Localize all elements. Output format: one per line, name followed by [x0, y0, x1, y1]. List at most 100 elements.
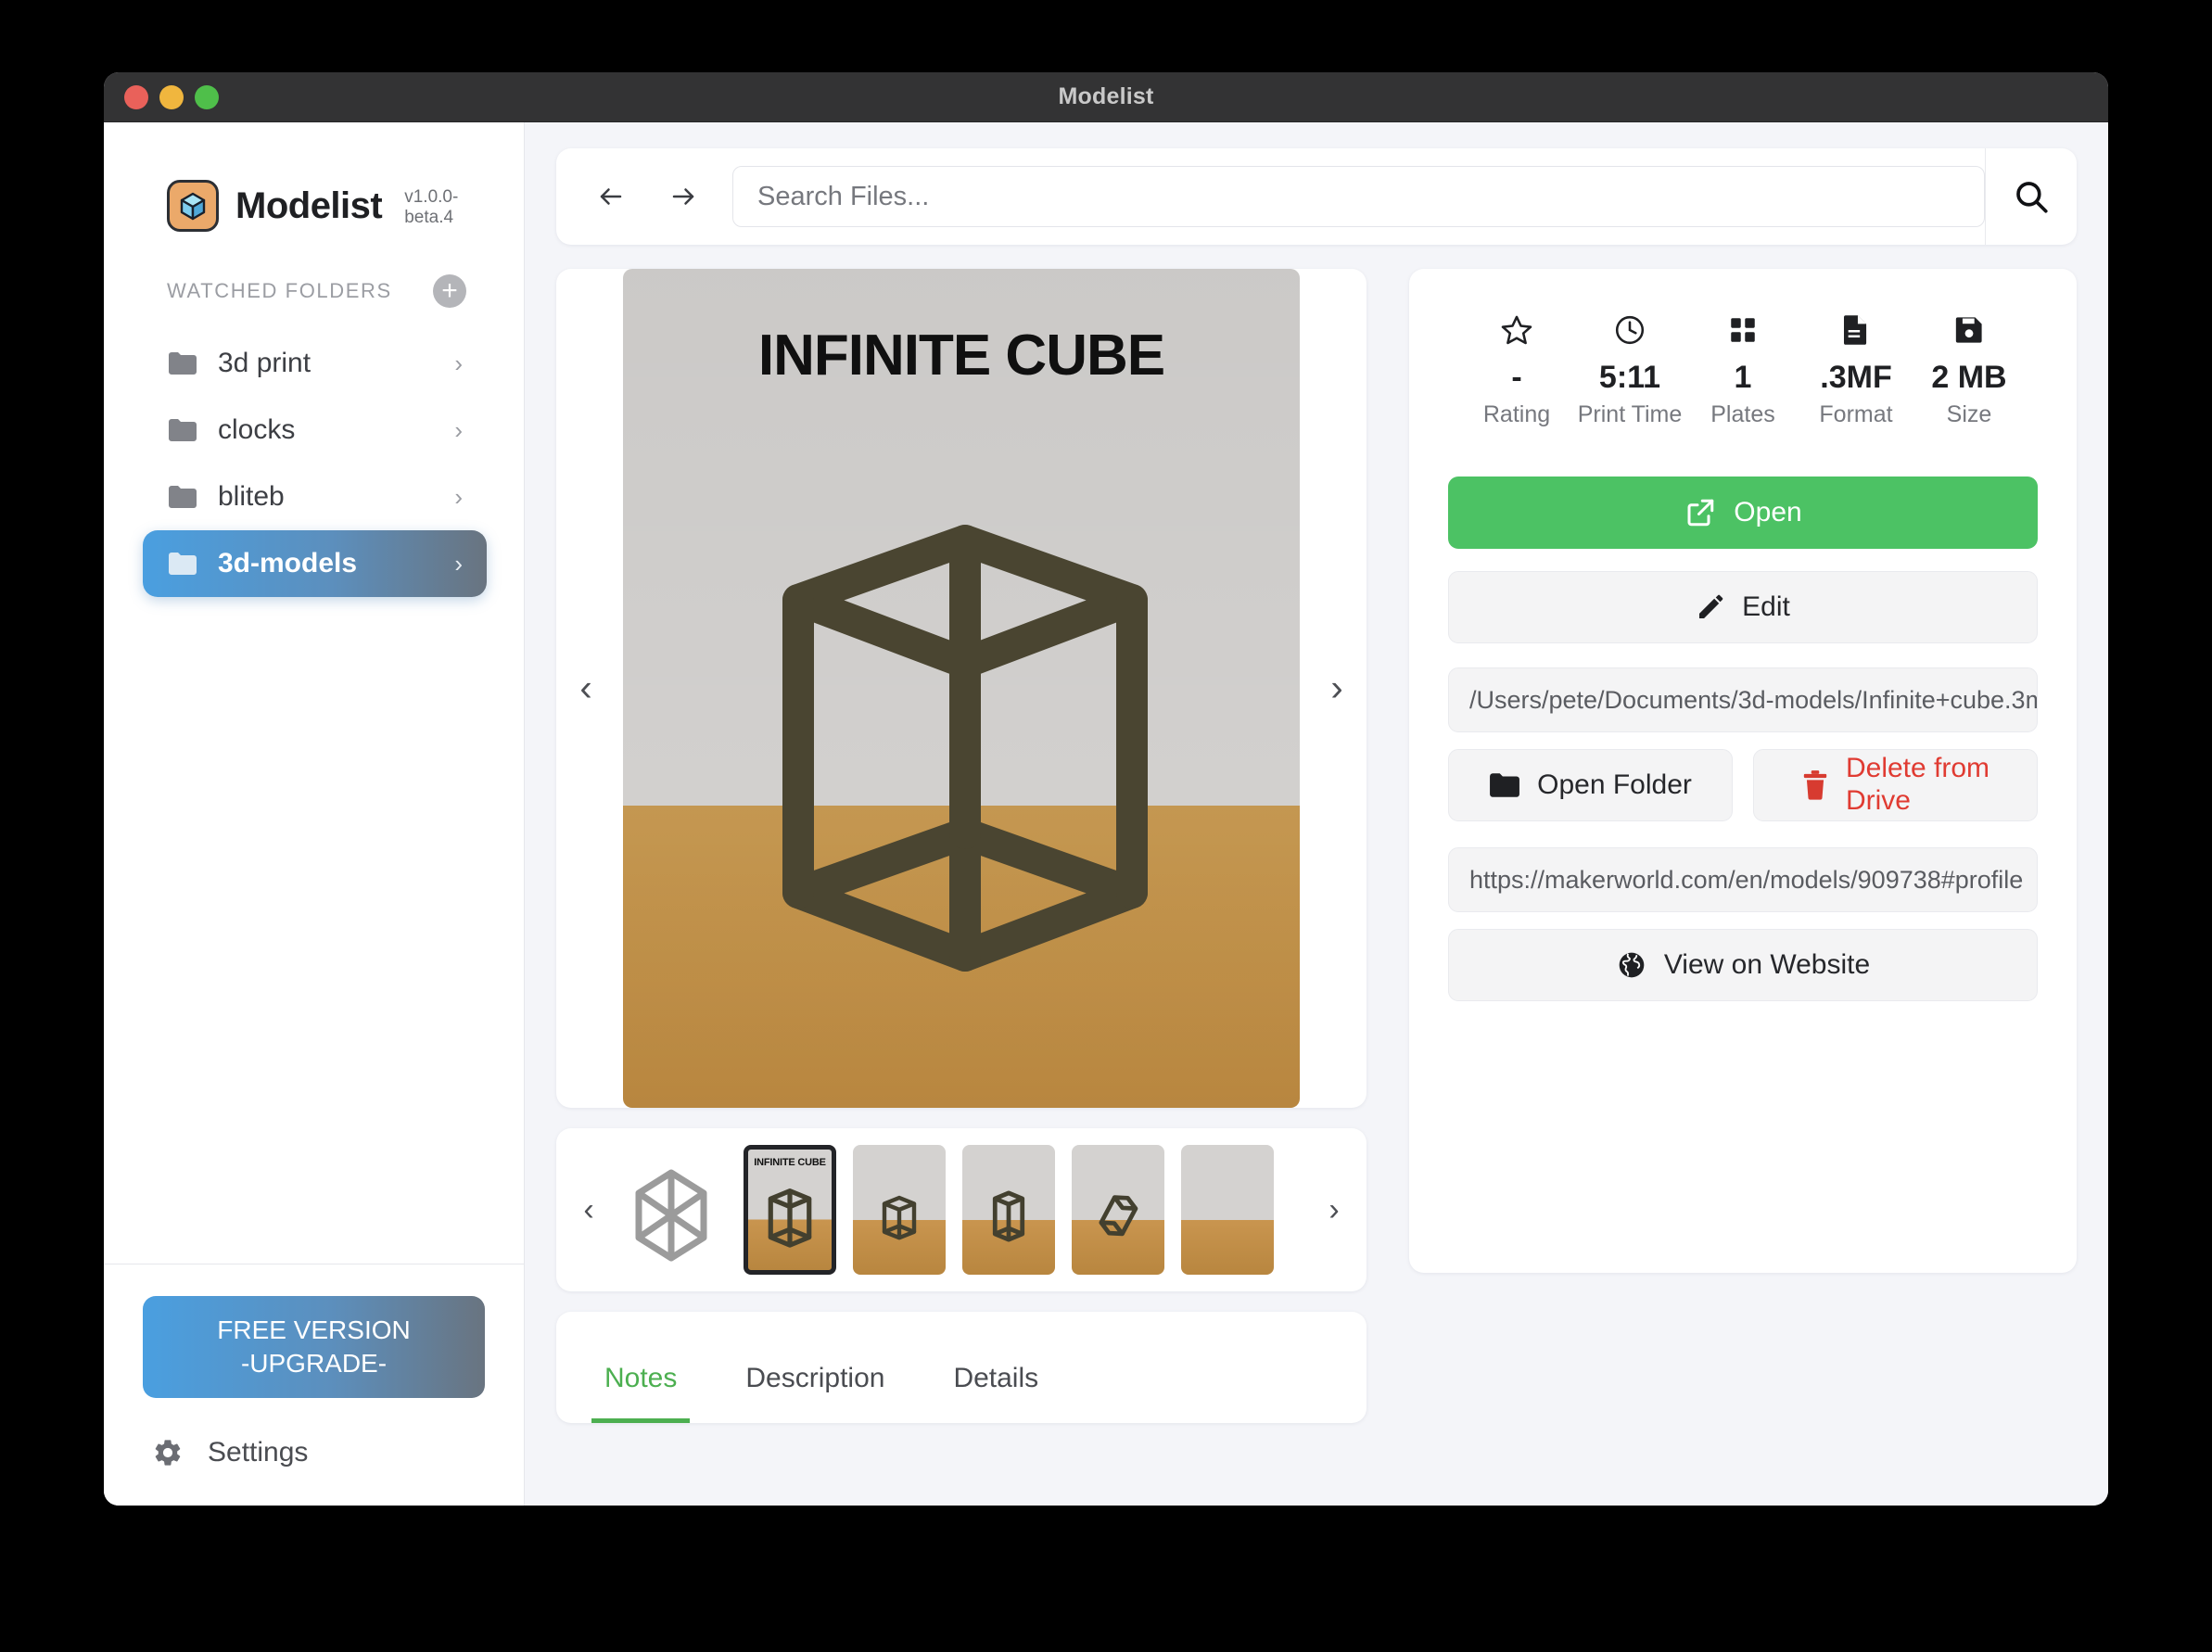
- chevron-right-icon: ›: [454, 349, 463, 377]
- file-path-field[interactable]: /Users/pete/Documents/3d-models/Infinite…: [1448, 667, 2038, 732]
- folder-icon: [168, 485, 197, 509]
- stat-label: Print Time: [1577, 401, 1683, 427]
- thumbnail-strip: INFINITE CUBE: [616, 1128, 1307, 1291]
- sidebar-item-3d-models[interactable]: 3d-models ›: [143, 530, 487, 597]
- stat-rating: - Rating: [1461, 310, 1572, 428]
- view-on-website-button[interactable]: View on Website: [1448, 929, 2038, 1001]
- add-folder-button[interactable]: +: [433, 274, 466, 308]
- infinite-cube-illustration: [623, 269, 1300, 1108]
- stat-label: Plates: [1710, 401, 1775, 427]
- stat-format: .3MF Format: [1800, 310, 1912, 428]
- open-button[interactable]: Open: [1448, 477, 2038, 549]
- model-url-field[interactable]: https://makerworld.com/en/models/909738#…: [1448, 847, 2038, 912]
- plates-icon: [1727, 310, 1759, 350]
- tab-bar: Notes Description Details: [556, 1312, 1367, 1423]
- stats-row: - Rating 5:11 Print Time 1 Plates .3MF F…: [1448, 310, 2038, 428]
- image-prev-button[interactable]: ‹: [564, 667, 608, 709]
- stat-value: .3MF: [1820, 360, 1892, 395]
- forward-button[interactable]: [647, 183, 719, 210]
- sidebar-item-label: bliteb: [218, 481, 285, 512]
- upgrade-line-2: -UPGRADE-: [240, 1349, 388, 1378]
- sidebar-item-3d-print[interactable]: 3d print ›: [143, 330, 487, 397]
- window-title: Modelist: [1058, 83, 1154, 109]
- search-submit-button[interactable]: [1985, 148, 2077, 245]
- tab-notes[interactable]: Notes: [591, 1363, 691, 1423]
- trash-icon: [1801, 769, 1829, 801]
- sidebar-item-bliteb[interactable]: bliteb ›: [143, 464, 487, 530]
- sidebar: Modelist v1.0.0-beta.4 WATCHED FOLDERS +…: [104, 122, 525, 1506]
- folder-icon: [1489, 772, 1520, 798]
- cube-photo: [1072, 1145, 1164, 1275]
- thumbs-next-button[interactable]: ›: [1307, 1192, 1361, 1228]
- cube-photo: [962, 1145, 1055, 1275]
- edit-button[interactable]: Edit: [1448, 571, 2038, 643]
- search-bar: [556, 148, 2077, 245]
- thumbnail-item[interactable]: [962, 1145, 1055, 1275]
- viewer-column: ‹ › INFINITE CUBE ‹ INFINITE CUBE › Note…: [556, 269, 1367, 1423]
- stat-label: Format: [1819, 401, 1893, 427]
- folder-icon: [168, 351, 197, 375]
- stat-value: 5:11: [1598, 360, 1661, 395]
- edit-button-label: Edit: [1742, 591, 1790, 622]
- file-icon: [1840, 310, 1872, 350]
- cube-photo: [853, 1145, 946, 1275]
- sidebar-item-clocks[interactable]: clocks ›: [143, 397, 487, 464]
- chevron-right-icon: ›: [454, 415, 463, 444]
- file-actions-row: Open Folder Delete from Drive: [1448, 749, 2038, 821]
- open-folder-label: Open Folder: [1537, 769, 1692, 800]
- app-logo-icon: [167, 180, 219, 232]
- open-folder-button[interactable]: Open Folder: [1448, 749, 1733, 821]
- thumbs-prev-button[interactable]: ‹: [562, 1192, 616, 1228]
- thumbnail-item[interactable]: [1072, 1145, 1164, 1275]
- thumbnail-item[interactable]: INFINITE CUBE: [744, 1145, 836, 1275]
- window-body: Modelist v1.0.0-beta.4 WATCHED FOLDERS +…: [104, 122, 2108, 1506]
- delete-label: Delete from Drive: [1846, 753, 1990, 818]
- app-version: v1.0.0-beta.4: [404, 187, 459, 227]
- search-input[interactable]: [732, 166, 1985, 227]
- settings-label: Settings: [208, 1437, 309, 1468]
- app-window: Modelist Modelist v1.0.0-beta.4 WATCHED …: [104, 72, 2108, 1506]
- sidebar-footer: FREE VERSION -UPGRADE- Settings: [104, 1264, 524, 1506]
- window-titlebar: Modelist: [104, 72, 2108, 122]
- image-next-button[interactable]: ›: [1315, 667, 1359, 709]
- delete-label-line-2: Drive: [1845, 785, 1911, 816]
- stat-label: Rating: [1482, 401, 1551, 427]
- tab-details[interactable]: Details: [940, 1363, 1051, 1423]
- content-row: ‹ › INFINITE CUBE ‹ INFINITE CUBE › Note…: [556, 269, 2077, 1423]
- thumbnail-item[interactable]: [853, 1145, 946, 1275]
- brand: Modelist v1.0.0-beta.4: [104, 122, 524, 232]
- pencil-icon: [1696, 592, 1725, 622]
- external-link-icon: [1684, 496, 1717, 529]
- details-panel: - Rating 5:11 Print Time 1 Plates .3MF F…: [1409, 269, 2077, 1273]
- watched-folders-label: WATCHED FOLDERS: [167, 279, 392, 302]
- brand-name: Modelist: [235, 184, 383, 226]
- stat-size: 2 MB Size: [1913, 310, 2025, 428]
- cube-photo: [748, 1150, 832, 1270]
- folder-icon: [168, 552, 197, 576]
- hero-image: INFINITE CUBE: [623, 269, 1300, 1108]
- main-content: ‹ › INFINITE CUBE: [525, 122, 2108, 1506]
- upgrade-line-1: FREE VERSION: [217, 1315, 411, 1345]
- thumbnail-item[interactable]: [616, 1145, 727, 1275]
- sidebar-item-label: clocks: [218, 414, 296, 445]
- stat-value: -: [1511, 360, 1522, 395]
- view-on-website-label: View on Website: [1663, 949, 1871, 980]
- details-column: - Rating 5:11 Print Time 1 Plates .3MF F…: [1409, 269, 2077, 1423]
- back-button[interactable]: [575, 183, 647, 210]
- folder-icon: [168, 418, 197, 442]
- save-icon: [1953, 310, 1985, 350]
- thumbnail-item[interactable]: [1181, 1145, 1274, 1275]
- tab-description[interactable]: Description: [732, 1363, 897, 1423]
- globe-icon: [1616, 949, 1647, 981]
- upgrade-button[interactable]: FREE VERSION -UPGRADE-: [143, 1296, 485, 1398]
- delete-from-drive-button[interactable]: Delete from Drive: [1753, 749, 2038, 821]
- settings-button[interactable]: Settings: [143, 1437, 485, 1468]
- render-thumbnail-icon: [616, 1145, 727, 1275]
- sidebar-item-label: 3d-models: [218, 548, 358, 578]
- open-button-label: Open: [1734, 497, 1802, 527]
- screen: Modelist Modelist v1.0.0-beta.4 WATCHED …: [0, 0, 2212, 1652]
- image-viewer: ‹ › INFINITE CUBE: [556, 269, 1367, 1108]
- star-icon: [1500, 310, 1533, 350]
- search-icon: [2012, 177, 2051, 216]
